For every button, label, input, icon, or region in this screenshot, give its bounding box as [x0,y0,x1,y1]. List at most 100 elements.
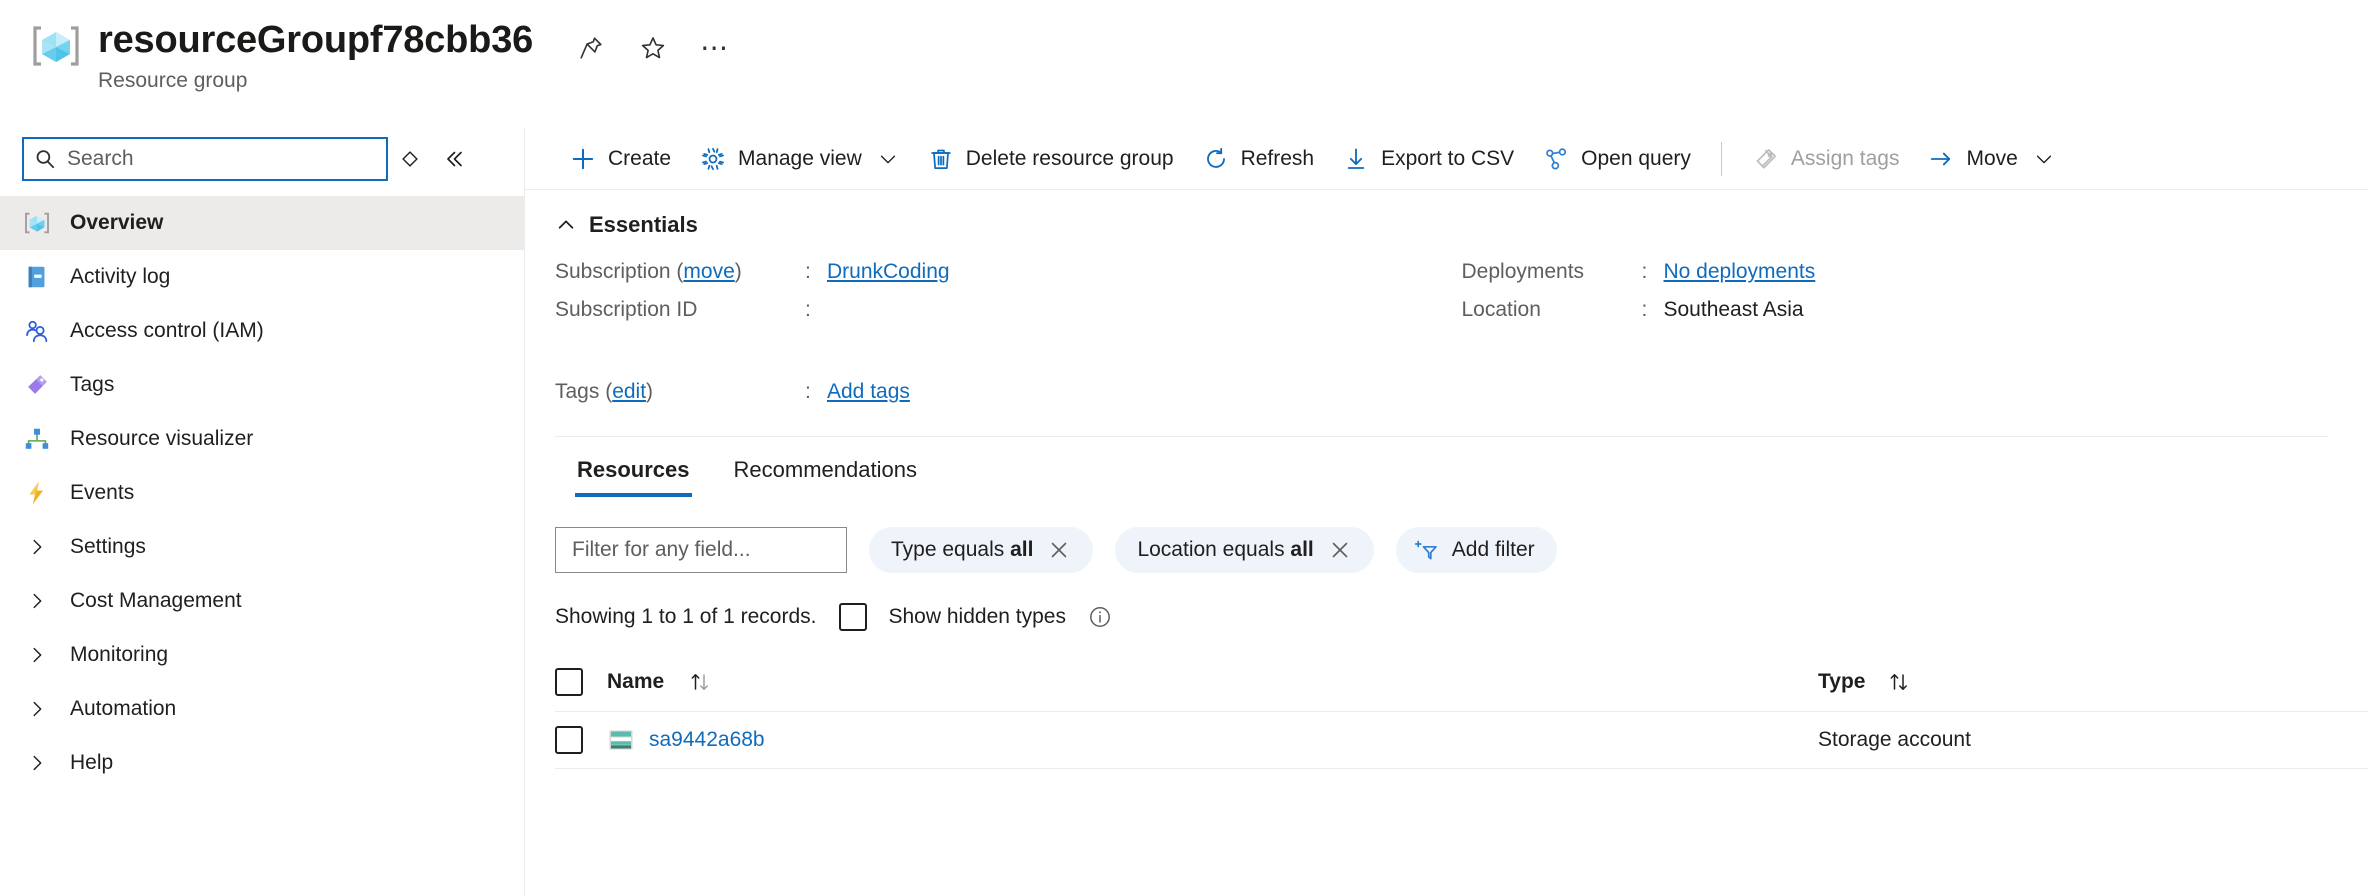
sidebar-item-automation[interactable]: Automation [0,682,524,736]
expand-collapse-icon[interactable] [388,137,432,181]
resource-type-value: Storage account [1818,728,1971,751]
command-label: Manage view [738,146,862,170]
command-label: Refresh [1240,146,1315,170]
favorite-star-icon[interactable] [633,28,673,68]
chevron-right-icon [22,748,52,778]
command-label: Open query [1581,146,1691,170]
filter-pill-value: all [1010,538,1034,561]
essentials-colon: : [1641,298,1648,321]
essentials-colon: : [805,298,811,321]
close-x-icon[interactable] [1328,538,1352,562]
close-x-icon[interactable] [1047,538,1071,562]
assign-tags-button[interactable]: Assign tags [1738,136,1914,182]
open-query-button[interactable]: Open query [1528,136,1705,182]
sort-updown-icon[interactable] [1887,670,1913,694]
trash-icon [927,145,955,173]
sidebar-item-cost-management[interactable]: Cost Management [0,574,524,628]
search-box[interactable] [22,137,388,181]
command-label: Delete resource group [965,146,1174,170]
essentials-key: Deployments [1461,260,1585,283]
tags-edit-link[interactable]: edit [612,380,646,403]
chevron-right-icon [22,640,52,670]
manage-view-button[interactable]: Manage view [685,136,913,182]
add-filter-button[interactable]: Add filter [1395,527,1557,573]
tab-resources[interactable]: Resources [555,451,712,497]
sidebar-item-resource-visualizer[interactable]: Resource visualizer [0,412,524,466]
sidebar-item-label: Automation [70,697,177,720]
sidebar-item-label: Help [70,751,114,774]
subscription-move-link[interactable]: move [683,260,734,283]
showing-records-text: Showing 1 to 1 of 1 records. [555,605,817,628]
sidebar-item-monitoring[interactable]: Monitoring [0,628,524,682]
no-deployments-link[interactable]: No deployments [1664,260,1816,284]
column-label: Type [1818,670,1866,693]
sidebar-item-label: Activity log [70,265,171,288]
row-select-cell [555,726,607,754]
sidebar-item-events[interactable]: Events [0,466,524,520]
more-ellipsis-icon[interactable]: ⋯ [695,28,735,68]
filter-pill-value: all [1290,538,1314,561]
essentials-row-subscription: Subscription (move) : DrunkCoding [555,260,1422,298]
create-button[interactable]: Create [555,136,685,182]
essentials-key: Subscription ID [555,298,698,321]
chevron-right-icon [22,586,52,616]
essentials-row-tags: Tags (edit) : Add tags [555,380,1422,418]
table-row[interactable]: sa9442a68b Storage account [555,711,2368,769]
subscription-value-link[interactable]: DrunkCoding [827,260,950,284]
export-to-csv-button[interactable]: Export to CSV [1328,136,1528,182]
refresh-button[interactable]: Refresh [1188,136,1329,182]
essentials-colon: : [1641,260,1648,283]
sidebar-item-label: Overview [70,211,164,234]
pin-icon[interactable] [571,28,611,68]
sidebar-item-activity-log[interactable]: Activity log [0,250,524,304]
search-input[interactable] [65,146,376,172]
sidebar-item-help[interactable]: Help [0,736,524,790]
essentials-row-location: Location : Southeast Asia [1462,298,2329,336]
resource-group-icon [22,208,52,238]
refresh-icon [1202,145,1230,173]
essentials-key: Location [1461,298,1541,321]
row-checkbox[interactable] [555,726,583,754]
ellipsis-glyph: ⋯ [700,32,731,63]
column-header-type[interactable]: Type [1818,670,2368,694]
field-filter-box[interactable] [555,527,847,573]
command-label: Export to CSV [1381,146,1515,170]
essentials-toggle[interactable]: Essentials [555,212,698,238]
add-tags-link[interactable]: Add tags [827,380,910,404]
collapse-panel-icon[interactable] [432,137,476,181]
open-query-icon [1542,145,1570,173]
title-row: resourceGroupf78cbb36 Resource group ⋯ [30,18,2368,94]
delete-resource-group-button[interactable]: Delete resource group [913,136,1188,182]
body-split: Overview Activity log [0,128,2368,896]
column-label: Name [607,670,665,693]
show-hidden-types-checkbox[interactable] [838,603,867,631]
chevron-down-icon [877,148,899,170]
info-circle-icon[interactable] [1088,605,1112,629]
sidebar-nav-list: Overview Activity log Access control (IA… [0,196,524,790]
tab-recommendations[interactable]: Recommendations [712,451,939,497]
sidebar-item-access-control[interactable]: Access control (IAM) [0,304,524,358]
essentials-row-deployments: Deployments : No deployments [1462,260,2329,298]
filter-pill-text: Type equals all [891,538,1033,562]
row-name-cell: sa9442a68b [607,726,1818,754]
download-arrow-icon [1342,145,1370,173]
sidebar-item-label: Access control (IAM) [70,319,264,342]
sidebar-item-tags[interactable]: Tags [0,358,524,412]
essentials-colon: : [805,260,811,283]
sort-updown-icon[interactable] [688,670,714,694]
filter-any-field-input[interactable] [570,537,832,563]
resource-name-link[interactable]: sa9442a68b [649,728,765,752]
activity-log-icon [22,262,52,292]
column-header-name[interactable]: Name [607,670,1818,694]
essentials-key: Subscription (move) [555,260,742,283]
azure-portal-resource-group-blade: resourceGroupf78cbb36 Resource group ⋯ S… [0,0,2368,896]
filter-pill-type[interactable]: Type equals all [869,527,1094,573]
select-all-checkbox[interactable] [555,668,583,696]
sidebar-item-settings[interactable]: Settings [0,520,524,574]
filter-pill-location[interactable]: Location equals all [1115,527,1374,573]
essentials-right-column: Deployments : No deployments Location : … [1462,260,2329,418]
filter-pill-prefix: Type equals [891,538,1011,561]
sidebar-item-overview[interactable]: Overview [0,196,524,250]
essentials-grid: Subscription (move) : DrunkCoding Subscr… [555,260,2328,418]
move-button[interactable]: Move [1913,136,2068,182]
